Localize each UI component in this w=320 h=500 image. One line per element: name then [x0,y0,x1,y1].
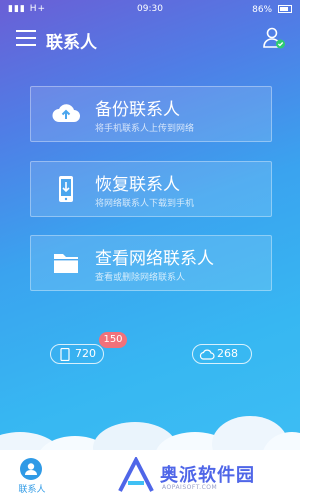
tab-label: 联系人 [18,485,46,495]
cloud-contacts-count[interactable]: 268 [192,344,252,364]
watermark-logo: 奥派软件园 AOPAISOFT.COM [116,455,296,495]
battery-icon [278,5,292,13]
watermark-a-icon [118,457,154,492]
local-contacts-count[interactable]: 720 [50,344,104,364]
contacts-tab-icon [20,458,42,480]
folder-icon [51,249,81,277]
menu-icon[interactable] [16,30,36,46]
phone-download-icon [51,175,81,203]
battery-indicator: 86% [252,4,292,15]
backup-contacts-card[interactable]: 备份联系人 将手机联系人上传到网络 [30,86,272,142]
card-subtitle: 查看或删除网络联系人 [95,273,186,283]
card-title: 备份联系人 [95,100,180,120]
phone-icon [60,347,70,367]
cloud-icon [199,348,215,366]
view-network-contacts-card[interactable]: 查看网络联系人 查看或删除网络联系人 [30,235,272,291]
app-header: 联系人 [0,22,300,58]
card-subtitle: 将网络联系人下载到手机 [95,199,195,209]
card-title: 恢复联系人 [95,175,180,195]
status-bar: ▮▮▮ H+ 09:30 86% [0,0,300,18]
tab-contacts[interactable]: 联系人 [10,456,54,500]
page-title: 联系人 [46,33,97,53]
account-icon[interactable] [262,26,286,50]
cloud-upload-icon [51,100,81,128]
card-title: 查看网络联系人 [95,249,214,269]
restore-contacts-card[interactable]: 恢复联系人 将网络联系人下载到手机 [30,161,272,217]
card-subtitle: 将手机联系人上传到网络 [95,124,195,134]
watermark-url: AOPAISOFT.COM [162,484,218,491]
new-contacts-badge: 150 [99,332,127,348]
